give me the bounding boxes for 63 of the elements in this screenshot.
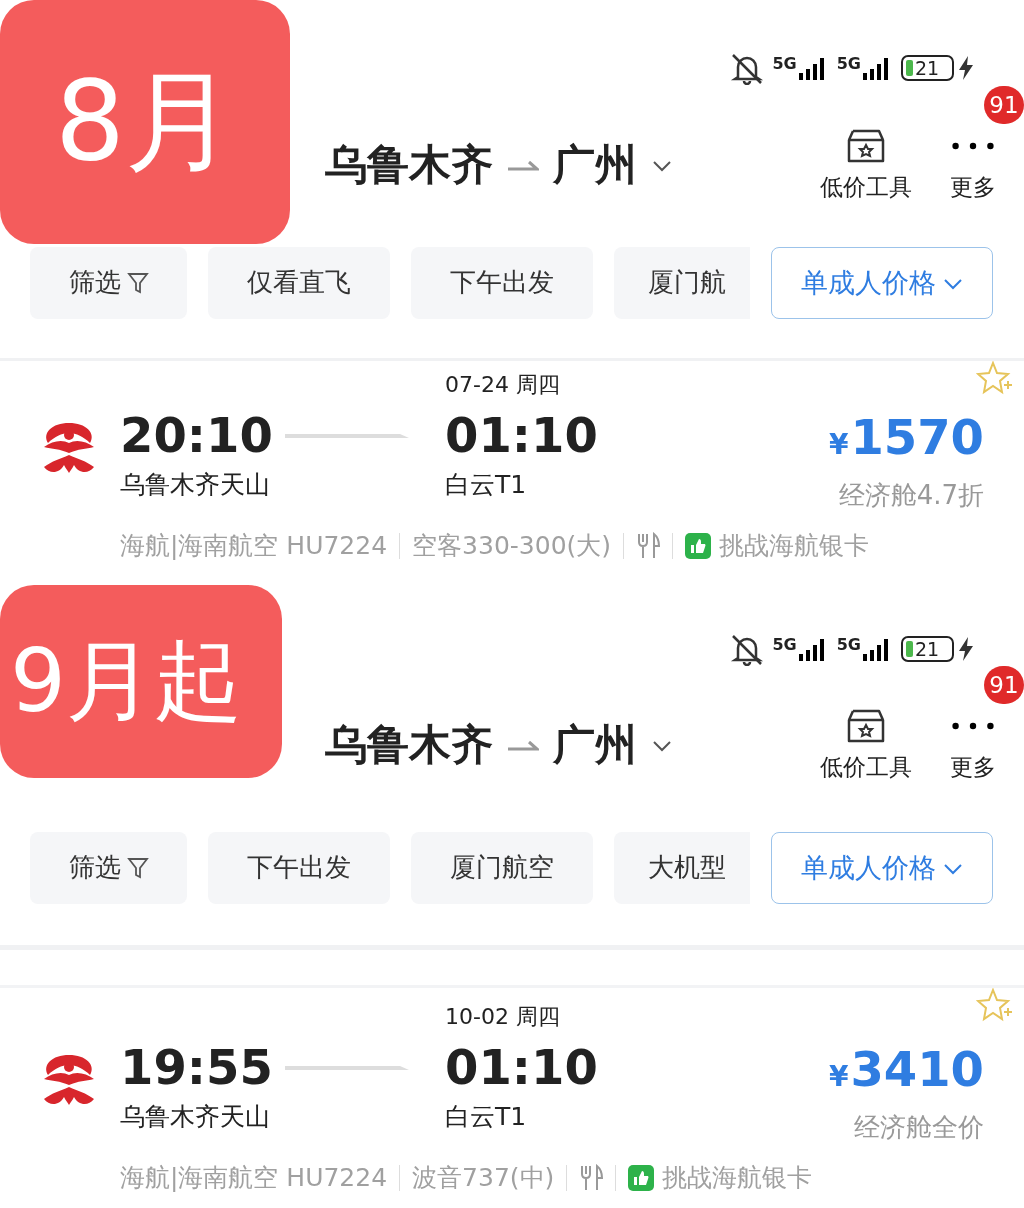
filter-chip[interactable]: 仅看直飞 <box>208 246 390 319</box>
promo-text: 挑战海航银卡 <box>662 1162 813 1194</box>
fare-class: 经济舱全价 <box>854 1111 984 1144</box>
network-label: 5G <box>772 637 797 653</box>
notification-badge: 91 <box>984 85 1024 124</box>
notification-badge: 91 <box>984 665 1024 704</box>
arrival-time: 01:10 <box>445 1038 598 1097</box>
departure-airport: 乌鲁木齐天山 <box>120 1101 271 1133</box>
battery-text: 21 <box>915 638 940 660</box>
aircraft-type: 空客330-300(大) <box>412 530 612 562</box>
star-icon[interactable] <box>976 361 1014 395</box>
airline-flight-number: 海航|海南航空 HU7224 <box>120 530 388 562</box>
star-icon[interactable] <box>976 988 1014 1022</box>
network-label: 5G <box>836 637 861 653</box>
price-text: ¥3410 <box>828 1040 984 1099</box>
arrival-date: 10-02 周四 <box>445 1003 561 1031</box>
more-icon <box>951 140 995 151</box>
origin-city: 乌鲁木齐 <box>325 719 493 771</box>
thumbs-up-icon <box>685 532 712 559</box>
charging-icon <box>956 636 976 662</box>
filter-chip[interactable]: 下午出发 <box>411 246 593 319</box>
battery-text: 21 <box>915 56 940 79</box>
filter-chip[interactable]: 大机型 <box>614 831 750 904</box>
arrival-date: 07-24 周四 <box>445 371 561 399</box>
price-text: ¥1570 <box>828 408 984 467</box>
destination-city: 广州 <box>553 139 637 191</box>
origin-city: 乌鲁木齐 <box>325 139 493 191</box>
tool-button[interactable]: 低价工具 <box>820 127 912 203</box>
filter-chip[interactable]: 厦门航空 <box>411 831 593 904</box>
tool-button[interactable]: 低价工具 <box>820 707 912 783</box>
price-mode-dropdown[interactable]: 单成人价格 <box>771 831 993 904</box>
battery-level-fill <box>906 641 913 657</box>
box-icon <box>845 127 887 164</box>
aircraft-type: 波音737(中) <box>412 1162 555 1194</box>
network-label: 5G <box>836 55 861 72</box>
fare-class: 经济舱4.7折 <box>838 479 984 512</box>
departure-airport: 乌鲁木齐天山 <box>120 469 271 501</box>
arrival-time: 01:10 <box>445 406 598 465</box>
filter-icon <box>126 270 149 295</box>
box-icon <box>845 707 887 744</box>
month-label: 8月 <box>0 0 290 244</box>
price-mode-dropdown[interactable]: 单成人价格 <box>771 246 993 319</box>
battery-level-fill <box>906 59 913 76</box>
arrival-airport: 白云T1 <box>445 469 528 501</box>
filter-chip[interactable]: 厦门航 <box>614 246 750 319</box>
promo-text: 挑战海航银卡 <box>719 530 870 562</box>
airline-flight-number: 海航|海南航空 HU7224 <box>120 1162 388 1194</box>
destination-city: 广州 <box>553 719 637 771</box>
departure-time: 20:10 <box>120 406 274 465</box>
utensils-icon <box>579 1163 604 1192</box>
filter-icon <box>126 855 149 880</box>
network-label: 5G <box>772 55 797 72</box>
departure-time: 19:55 <box>120 1038 274 1097</box>
utensils-icon <box>636 531 661 560</box>
filter-chip[interactable]: 筛选 <box>30 831 187 904</box>
arrival-airport: 白云T1 <box>445 1101 528 1133</box>
thumbs-up-icon <box>628 1164 655 1191</box>
charging-icon <box>956 54 976 81</box>
filter-chip[interactable]: 下午出发 <box>208 831 390 904</box>
more-icon <box>951 720 995 731</box>
bell-off-icon <box>730 632 765 666</box>
filter-chip[interactable]: 筛选 <box>30 246 187 319</box>
month-label: 9月起 <box>0 585 282 778</box>
